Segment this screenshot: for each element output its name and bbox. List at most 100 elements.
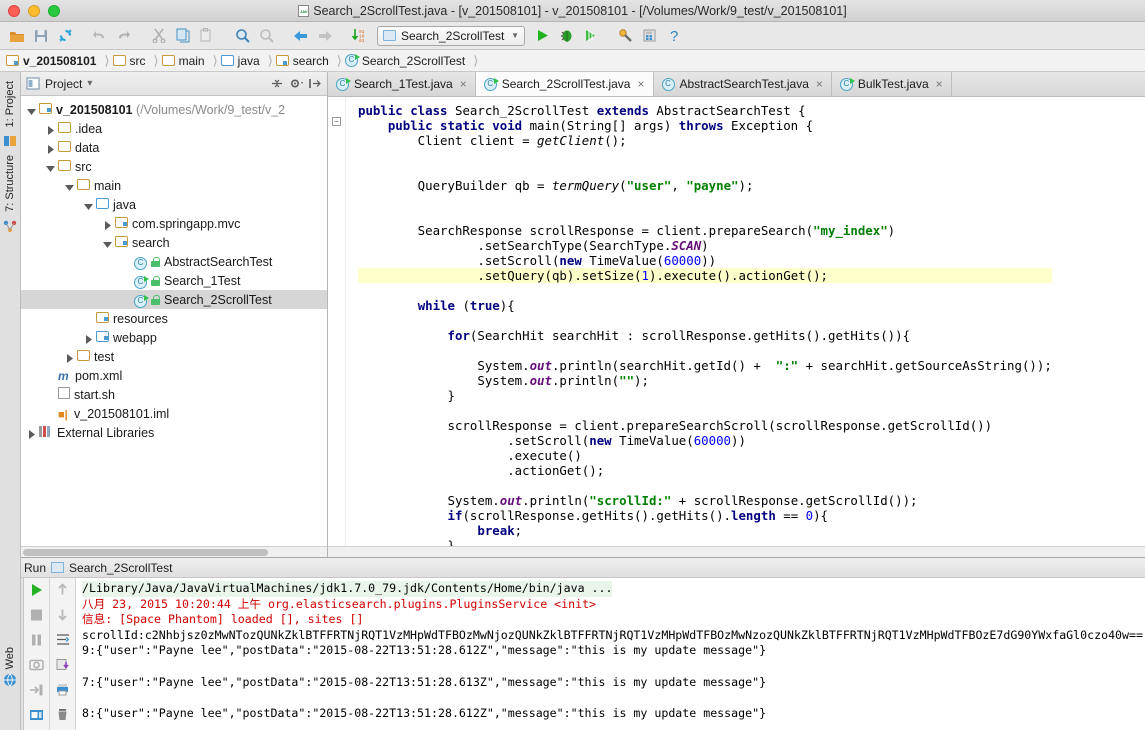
tree-twisty-open-icon[interactable] [103,238,112,248]
tree-node[interactable]: C Search_1Test [21,271,327,290]
preferences-icon[interactable] [638,25,660,47]
breadcrumb-item[interactable]: main ⟩ [161,53,221,69]
tree-twisty-closed-icon[interactable] [84,333,93,344]
console-output[interactable]: /Library/Java/JavaVirtualMachines/jdk1.7… [76,578,1145,730]
source-code[interactable]: public class Search_2ScrollTest extends … [346,97,1052,546]
tree-node[interactable]: C AbstractSearchTest [21,252,327,271]
tree-node[interactable]: resources [21,309,327,328]
close-icon[interactable]: × [936,77,943,91]
tree-twisty-closed-icon[interactable] [27,428,36,439]
stop-icon[interactable] [29,608,44,625]
run-configuration-selector[interactable]: Search_2ScrollTest ▼ [377,25,525,46]
minimize-window-button[interactable] [28,4,40,17]
scroll-up-icon[interactable] [56,583,69,599]
pause-icon[interactable] [29,633,44,650]
tree-node[interactable]: search [21,233,327,252]
tree-twisty-open-icon[interactable] [65,181,74,191]
editor-gutter[interactable]: − [328,97,346,546]
tree-node[interactable]: com.springapp.mvc [21,214,327,233]
tree-twisty-closed-icon[interactable] [103,219,112,230]
run-icon[interactable] [531,25,553,47]
paste-icon[interactable] [196,25,218,47]
copy-icon[interactable] [172,25,194,47]
replace-icon[interactable] [255,25,277,47]
tree-node[interactable]: .idea [21,119,327,138]
console-toggle-icon[interactable] [29,708,44,725]
editor-tab[interactable]: C Search_2ScrollTest.java × [475,72,654,96]
undo-icon[interactable] [89,25,111,47]
tree-node[interactable]: ■| v_201508101.iml [21,404,327,423]
clear-all-icon[interactable] [56,708,70,724]
search-icon[interactable] [231,25,253,47]
maximize-window-button[interactable] [48,4,60,17]
code-viewport[interactable]: − public class Search_2ScrollTest extend… [328,97,1145,546]
help-icon[interactable]: ? [662,25,684,47]
back-icon[interactable] [290,25,312,47]
tree-node[interactable]: External Libraries [21,423,327,442]
editor-tab[interactable]: C BulkTest.java × [831,72,952,96]
sync-icon[interactable] [54,25,76,47]
breadcrumb-item[interactable]: src ⟩ [112,52,162,69]
tree-twisty-closed-icon[interactable] [46,143,55,154]
forward-icon[interactable] [314,25,336,47]
editor-horizontal-scrollbar[interactable] [328,546,1145,557]
debug-icon[interactable] [555,25,577,47]
breadcrumb-item[interactable]: search ⟩ [275,53,345,69]
sidebar-item-web[interactable]: Web [4,647,16,669]
breadcrumb-separator-icon: ⟩ [104,52,110,68]
chevron-down-icon[interactable]: ▾ [87,78,92,89]
settings-gear-icon[interactable] [289,77,303,91]
autoscroll-icon[interactable] [308,77,322,91]
breadcrumb-item[interactable]: java ⟩ [220,53,276,69]
breadcrumb-separator-icon: ⟩ [153,52,159,68]
tree-node[interactable]: java [21,195,327,214]
tree-twisty-open-icon[interactable] [46,162,55,172]
settings-wrench-icon[interactable] [614,25,636,47]
open-folder-icon[interactable] [6,25,28,47]
close-icon[interactable]: × [637,77,644,91]
export-icon[interactable] [56,658,70,674]
close-icon[interactable]: × [460,77,467,91]
tree-node[interactable]: test [21,347,327,366]
dump-threads-icon[interactable] [29,658,44,675]
project-tree[interactable]: v_201508101 (/Volumes/Work/9_test/v_2 .id… [21,96,327,546]
tree-twisty-open-icon[interactable] [84,200,93,210]
tree-node[interactable]: webapp [21,328,327,347]
tree-node[interactable]: C Search_2ScrollTest [21,290,327,309]
breadcrumb-item[interactable]: v_201508101 ⟩ [6,53,113,69]
tree-node-path: (/Volumes/Work/9_test/v_2 [132,102,286,117]
tree-node[interactable]: main [21,176,327,195]
project-horizontal-scrollbar[interactable] [21,546,327,557]
sidebar-item-project[interactable]: 1: Project [2,76,18,132]
fold-collapse-icon[interactable]: − [332,117,341,126]
sidebar-item-structure[interactable]: 7: Structure [2,150,18,217]
tree-node[interactable]: start.sh [21,385,327,404]
run-tab-label[interactable]: Search_2ScrollTest [69,561,172,575]
breadcrumb-label: java [237,53,260,68]
soft-wrap-icon[interactable] [56,633,70,649]
tree-node[interactable]: v_201508101 (/Volumes/Work/9_test/v_2 [21,100,327,119]
collapse-all-icon[interactable] [270,77,284,91]
folder-icon [112,55,126,66]
cut-icon[interactable] [148,25,170,47]
editor-tab[interactable]: C Search_1Test.java × [328,72,476,96]
compile-icon[interactable]: 01 10 01 [349,25,371,47]
editor-tab[interactable]: C AbstractSearchTest.java × [653,72,832,96]
tree-node[interactable]: m pom.xml [21,366,327,385]
tree-twisty-closed-icon[interactable] [46,124,55,135]
rerun-icon[interactable] [29,583,44,600]
save-all-icon[interactable] [30,25,52,47]
tree-twisty-closed-icon[interactable] [65,352,74,363]
redo-icon[interactable] [113,25,135,47]
tree-twisty-open-icon[interactable] [27,105,36,115]
print-icon[interactable] [56,683,70,699]
close-window-button[interactable] [8,4,20,17]
tree-node[interactable]: src [21,157,327,176]
breadcrumb-item[interactable]: C Search_2ScrollTest ⟩ [344,53,481,69]
run-coverage-icon[interactable] [579,25,601,47]
scroll-down-icon[interactable] [56,608,69,624]
close-icon[interactable]: × [816,77,823,91]
resume-icon[interactable] [29,683,44,700]
tree-node[interactable]: data [21,138,327,157]
tree-node-label: .idea [75,121,103,136]
